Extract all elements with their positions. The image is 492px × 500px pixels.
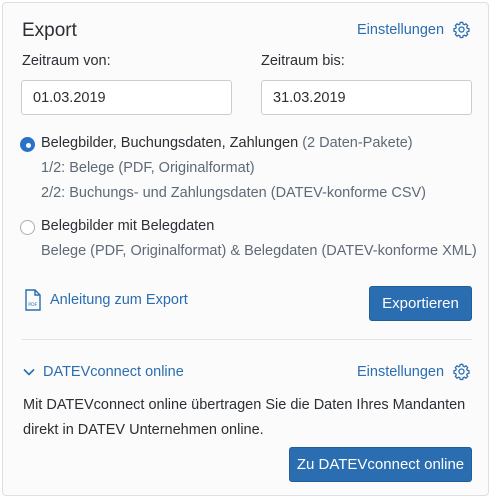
chevron-down-icon bbox=[23, 368, 35, 376]
from-label: Zeitraum von: bbox=[22, 53, 111, 69]
datev-settings-label: Einstellungen bbox=[357, 363, 445, 380]
export-panel: Export Einstellungen Zeitraum von: Zeitr… bbox=[2, 2, 489, 496]
to-date-field[interactable] bbox=[261, 80, 472, 115]
datev-connect-button[interactable]: Zu DATEVconnect online bbox=[289, 447, 472, 482]
option-receipts-label[interactable]: Belegbilder mit Belegdaten bbox=[41, 218, 214, 234]
option-full-export-label[interactable]: Belegbilder, Buchungsdaten, Zahlungen (2… bbox=[41, 135, 413, 151]
gear-icon bbox=[453, 363, 470, 381]
option-full-export-radio[interactable] bbox=[20, 137, 35, 152]
from-date-field[interactable] bbox=[21, 80, 232, 115]
section-divider bbox=[22, 339, 472, 340]
option-full-export-title: Belegbilder, Buchungsdaten, Zahlungen bbox=[41, 135, 299, 151]
export-guide-label: Anleitung zum Export bbox=[50, 292, 188, 308]
gear-icon bbox=[453, 21, 470, 39]
svg-text:PDF: PDF bbox=[28, 302, 37, 308]
pdf-file-icon: PDF bbox=[25, 289, 41, 311]
option-full-export-detail-2: 2/2: Buchungs- und Zahlungsdaten (DATEV-… bbox=[41, 185, 426, 201]
to-label: Zeitraum bis: bbox=[261, 53, 345, 69]
export-settings-label: Einstellungen bbox=[357, 21, 445, 38]
option-receipts-radio[interactable] bbox=[20, 220, 35, 235]
datev-settings-link[interactable]: Einstellungen bbox=[357, 362, 471, 381]
export-title: Export bbox=[22, 20, 77, 41]
export-guide-link[interactable]: PDF Anleitung zum Export bbox=[24, 289, 188, 311]
datev-section-label: DATEVconnect online bbox=[43, 364, 184, 380]
option-receipts-detail: Belege (PDF, Originalformat) & Belegdate… bbox=[41, 243, 477, 259]
datev-section-toggle[interactable]: DATEVconnect online bbox=[23, 364, 184, 380]
option-full-export-detail-1: 1/2: Belege (PDF, Originalformat) bbox=[41, 160, 255, 176]
datev-description: Mit DATEVconnect online übertragen Sie d… bbox=[23, 397, 466, 438]
option-full-export-note: (2 Daten-Pakete) bbox=[302, 135, 413, 151]
export-button[interactable]: Exportieren bbox=[369, 286, 472, 321]
export-settings-link[interactable]: Einstellungen bbox=[357, 20, 471, 39]
